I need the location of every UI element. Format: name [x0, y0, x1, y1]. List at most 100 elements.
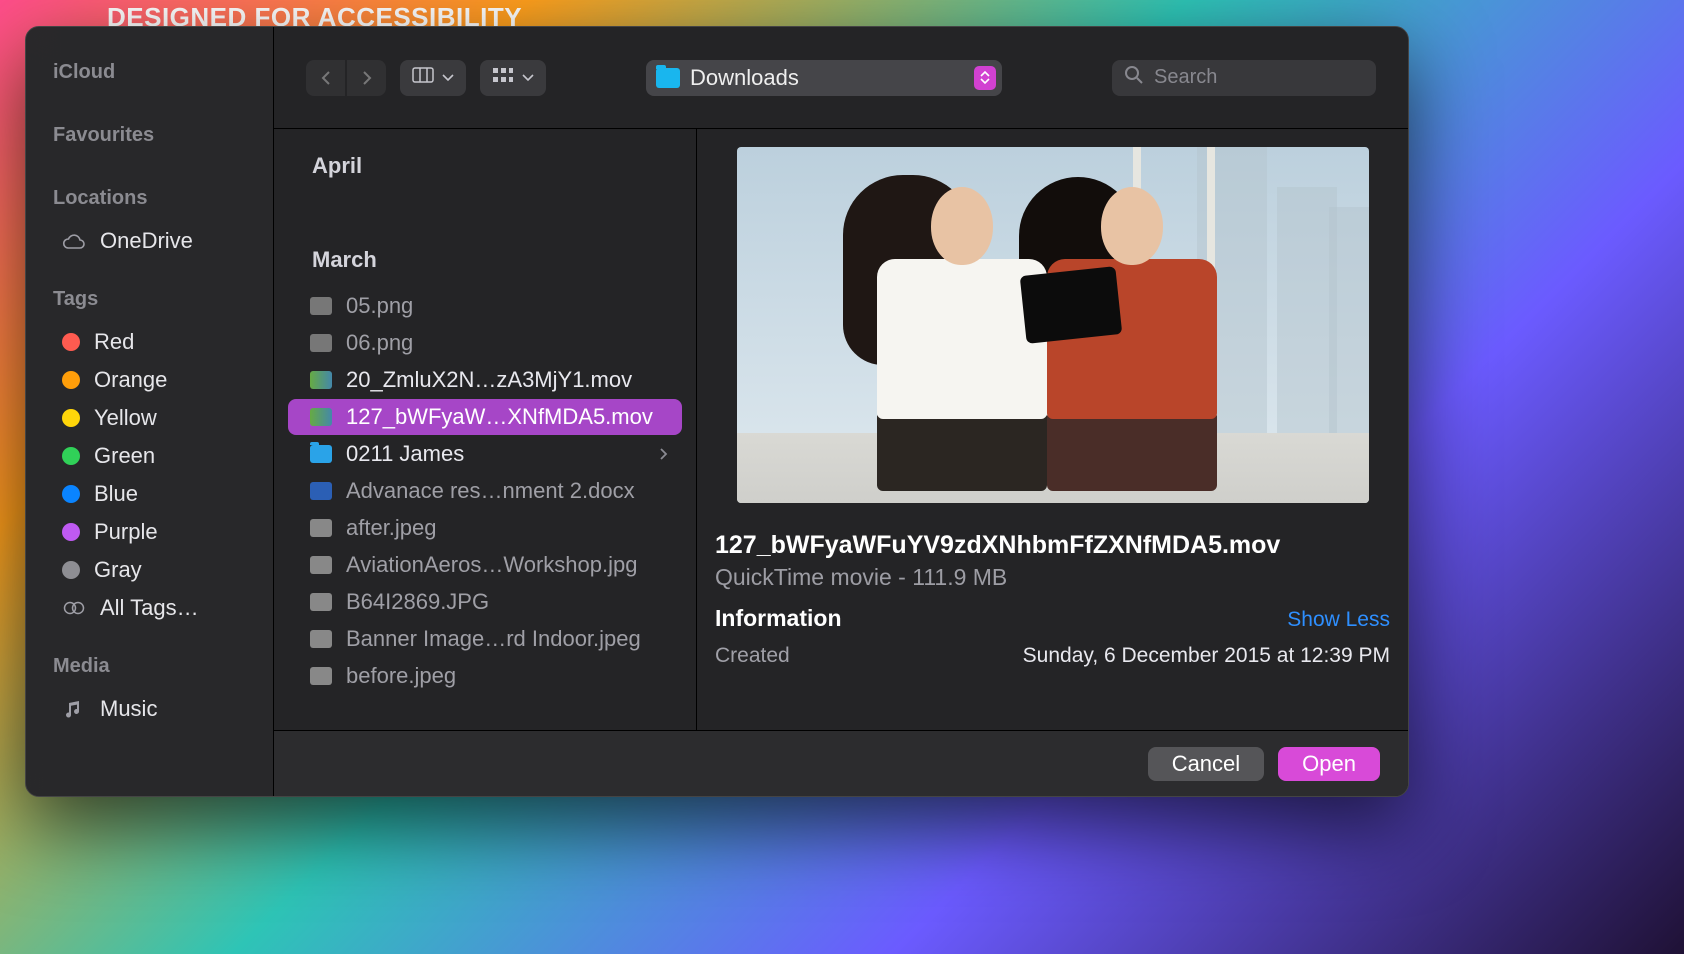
chevron-down-icon — [442, 69, 454, 87]
folder-file-icon — [310, 445, 332, 463]
main-pane: Downloads April March 05.png 06.png 20_Zml… — [274, 27, 1408, 796]
preview-info-heading: Information — [715, 605, 842, 632]
toolbar: Downloads — [274, 27, 1408, 129]
jpg-file-icon — [310, 593, 332, 611]
sidebar-item-label: Music — [100, 696, 157, 722]
preview-kind: QuickTime movie - 111.9 MB — [715, 564, 1390, 591]
file-row[interactable]: 127_bWFyaW…XNfMDA5.mov — [288, 399, 682, 435]
sidebar-tag-red[interactable]: Red — [26, 323, 273, 361]
tag-dot-icon — [62, 333, 80, 351]
sidebar-tag-yellow[interactable]: Yellow — [26, 399, 273, 437]
tag-dot-icon — [62, 561, 80, 579]
file-name: Advanace res…nment 2.docx — [346, 478, 635, 504]
location-label: Downloads — [690, 65, 799, 91]
sidebar-section-locations[interactable]: Locations — [26, 183, 273, 222]
date-group-april: April — [274, 137, 696, 193]
date-group-march: March — [274, 231, 696, 287]
all-tags-icon — [62, 596, 86, 620]
sidebar-tag-orange[interactable]: Orange — [26, 361, 273, 399]
dialog-footer: Cancel Open — [274, 730, 1408, 796]
file-name: AviationAeros…Workshop.jpg — [346, 552, 637, 578]
preview-thumbnail — [737, 147, 1369, 503]
location-popup[interactable]: Downloads — [646, 60, 1002, 96]
open-file-dialog: iCloud Favourites Locations OneDrive Tag… — [25, 26, 1409, 797]
file-row[interactable]: Banner Image…rd Indoor.jpeg — [288, 621, 682, 657]
sidebar-section-icloud[interactable]: iCloud — [26, 57, 273, 96]
file-name: before.jpeg — [346, 663, 456, 689]
file-row[interactable]: 06.png — [288, 325, 682, 361]
sidebar-item-music[interactable]: Music — [26, 690, 273, 728]
sidebar-item-label: Orange — [94, 367, 167, 393]
sidebar-item-label: Yellow — [94, 405, 157, 431]
file-name: 20_ZmluX2N…zA3MjY1.mov — [346, 367, 632, 393]
jpg-file-icon — [310, 519, 332, 537]
tag-dot-icon — [62, 447, 80, 465]
group-icon — [492, 67, 514, 88]
file-name: 06.png — [346, 330, 413, 356]
mov-file-icon — [310, 371, 332, 389]
preview-created-value: Sunday, 6 December 2015 at 12:39 PM — [1023, 644, 1390, 668]
png-file-icon — [310, 297, 332, 315]
sidebar-tag-blue[interactable]: Blue — [26, 475, 273, 513]
sidebar-item-label: OneDrive — [100, 228, 193, 254]
file-row[interactable]: Advanace res…nment 2.docx — [288, 473, 682, 509]
sidebar-all-tags[interactable]: All Tags… — [26, 589, 273, 627]
sidebar-section-favourites[interactable]: Favourites — [26, 120, 273, 159]
view-columns-button[interactable] — [400, 60, 466, 96]
group-by-button[interactable] — [480, 60, 546, 96]
chevron-right-icon — [659, 441, 668, 467]
file-row[interactable]: 05.png — [288, 288, 682, 324]
file-name: Banner Image…rd Indoor.jpeg — [346, 626, 641, 652]
search-field[interactable] — [1112, 60, 1376, 96]
sidebar-tag-gray[interactable]: Gray — [26, 551, 273, 589]
back-button[interactable] — [306, 60, 345, 96]
file-row[interactable]: 0211 James — [288, 436, 682, 472]
file-name: after.jpeg — [346, 515, 437, 541]
search-input[interactable] — [1154, 66, 1364, 89]
tag-dot-icon — [62, 371, 80, 389]
open-button[interactable]: Open — [1278, 747, 1380, 781]
file-row[interactable]: AviationAeros…Workshop.jpg — [288, 547, 682, 583]
file-name: 05.png — [346, 293, 413, 319]
file-name: B64I2869.JPG — [346, 589, 489, 615]
file-row[interactable]: 20_ZmluX2N…zA3MjY1.mov — [288, 362, 682, 398]
sidebar-item-label: Purple — [94, 519, 158, 545]
search-icon — [1124, 65, 1144, 90]
cancel-button[interactable]: Cancel — [1148, 747, 1264, 781]
sidebar-section-media[interactable]: Media — [26, 651, 273, 690]
mov-file-icon — [310, 408, 332, 426]
sidebar-section-tags[interactable]: Tags — [26, 284, 273, 323]
file-row[interactable]: after.jpeg — [288, 510, 682, 546]
png-file-icon — [310, 334, 332, 352]
content-area: April March 05.png 06.png 20_ZmluX2N…zA3Mj… — [274, 129, 1408, 730]
file-row[interactable]: before.jpeg — [288, 658, 682, 694]
sidebar-item-label: Red — [94, 329, 134, 355]
tag-dot-icon — [62, 485, 80, 503]
sidebar-item-label: Blue — [94, 481, 138, 507]
sidebar-item-label: Gray — [94, 557, 142, 583]
sidebar: iCloud Favourites Locations OneDrive Tag… — [26, 27, 274, 796]
sidebar-item-onedrive[interactable]: OneDrive — [26, 222, 273, 260]
sidebar-tag-green[interactable]: Green — [26, 437, 273, 475]
columns-icon — [412, 67, 434, 88]
folder-icon — [656, 68, 680, 88]
file-list-column[interactable]: April March 05.png 06.png 20_ZmluX2N…zA3Mj… — [274, 129, 697, 730]
file-row[interactable]: B64I2869.JPG — [288, 584, 682, 620]
docx-file-icon — [310, 482, 332, 500]
jpg-file-icon — [310, 667, 332, 685]
sidebar-item-label: All Tags… — [100, 595, 199, 621]
preview-pane: 127_bWFyaWFuYV9zdXNhbmFfZXNfMDA5.mov Qui… — [697, 129, 1408, 730]
forward-button[interactable] — [347, 60, 386, 96]
music-note-icon — [62, 697, 86, 721]
jpg-file-icon — [310, 556, 332, 574]
cloud-icon — [62, 229, 86, 253]
nav-history-group — [306, 60, 386, 96]
chevron-down-icon — [522, 69, 534, 87]
sidebar-tag-purple[interactable]: Purple — [26, 513, 273, 551]
sidebar-item-label: Green — [94, 443, 155, 469]
jpg-file-icon — [310, 630, 332, 648]
preview-filename: 127_bWFyaWFuYV9zdXNhbmFfZXNfMDA5.mov — [715, 531, 1390, 560]
show-less-link[interactable]: Show Less — [1287, 608, 1390, 632]
preview-created-label: Created — [715, 644, 790, 668]
tag-dot-icon — [62, 523, 80, 541]
